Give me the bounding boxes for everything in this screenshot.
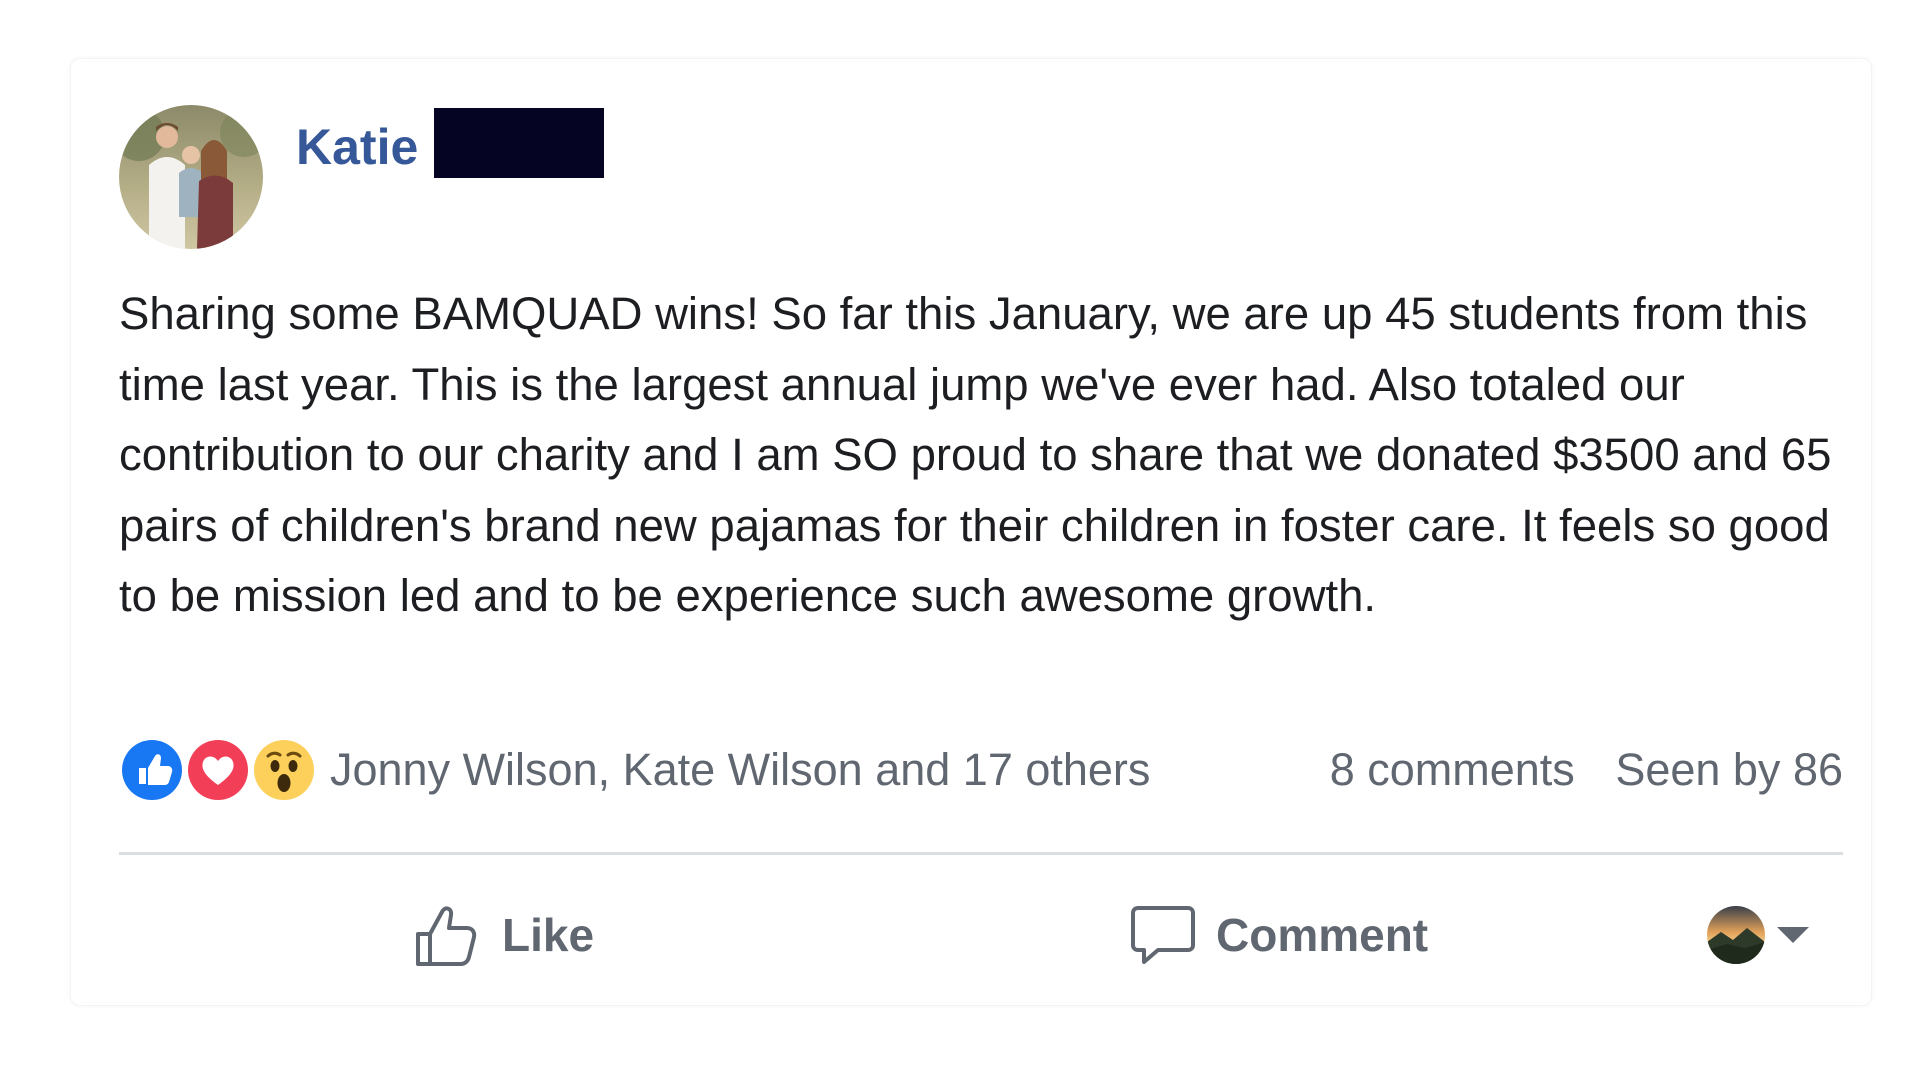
comment-button[interactable]: Comment (1130, 895, 1428, 975)
comments-count-link[interactable]: 8 comments (1330, 744, 1575, 795)
profile-photo-icon (119, 105, 263, 249)
like-button-label: Like (502, 909, 595, 961)
post-stats: 8 comments Seen by 86 (1330, 745, 1843, 795)
comment-button-label: Comment (1216, 909, 1429, 961)
reaction-profile-selector[interactable] (1707, 899, 1817, 971)
wow-reaction-icon (251, 737, 317, 803)
like-button[interactable]: Like (414, 895, 594, 975)
landscape-photo-icon (1707, 906, 1765, 964)
chevron-down-icon (1777, 927, 1809, 943)
post-card: Katie Sharing some BAMQUAD wins! So far … (70, 58, 1872, 1006)
action-bar-divider (119, 852, 1843, 855)
like-reaction-icon (119, 737, 185, 803)
love-reaction-icon (185, 737, 251, 803)
author-avatar[interactable] (119, 105, 263, 249)
seen-by-count[interactable]: Seen by 86 (1615, 744, 1843, 795)
reactions-row: Jonny Wilson, Kate Wilson and 17 others … (119, 735, 1843, 805)
reactions-summary-link[interactable]: Jonny Wilson, Kate Wilson and 17 others (330, 745, 1150, 795)
redacted-surname-block (434, 108, 604, 178)
thumbs-up-icon (414, 902, 480, 968)
author-name-link[interactable]: Katie (296, 112, 418, 182)
reaction-icons[interactable] (119, 737, 319, 803)
post-body-text: Sharing some BAMQUAD wins! So far this J… (119, 288, 1832, 621)
comment-bubble-icon (1130, 902, 1196, 968)
viewer-avatar (1707, 906, 1765, 964)
